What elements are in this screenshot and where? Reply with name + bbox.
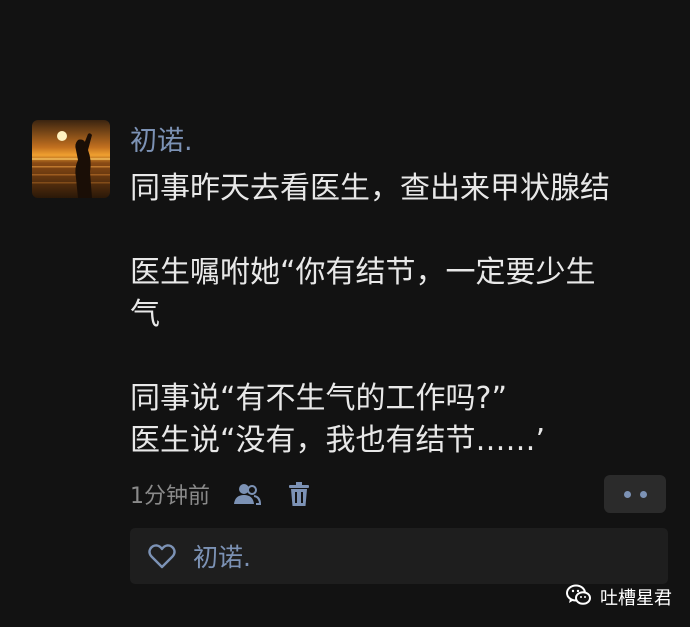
content-blank-line xyxy=(130,336,670,378)
nickname[interactable]: 初诺. xyxy=(130,124,193,160)
avatar[interactable] xyxy=(32,120,110,198)
more-button[interactable] xyxy=(604,475,666,513)
more-dots-icon xyxy=(639,490,647,498)
content-line: 医生说“没有，我也有结节……’ xyxy=(130,423,546,458)
post-meta: 1分钟前 xyxy=(130,476,314,512)
likes-panel: 初诺. xyxy=(130,528,668,584)
watermark-text: 吐槽星君 xyxy=(600,588,672,609)
heart-icon xyxy=(147,541,177,571)
watermark: 吐槽星君 xyxy=(566,582,672,612)
more-dots-icon xyxy=(623,490,631,498)
timestamp: 1分钟前 xyxy=(130,484,210,509)
moments-post: 初诺. 同事昨天去看医生，查出来甲状腺结 医生嘱咐她“你有结节，一定要少生 气 … xyxy=(0,0,690,627)
content-line: 同事昨天去看医生，查出来甲状腺结 xyxy=(130,171,610,206)
sunset-silhouette-icon xyxy=(32,120,110,198)
content-line: 医生嘱咐她“你有结节，一定要少生 xyxy=(130,255,596,290)
trash-icon[interactable] xyxy=(284,479,314,509)
post-content: 同事昨天去看医生，查出来甲状腺结 医生嘱咐她“你有结节，一定要少生 气 同事说“… xyxy=(130,168,670,462)
content-line: 气 xyxy=(130,297,160,332)
content-line: 同事说“有不生气的工作吗?” xyxy=(130,381,508,416)
liker-name[interactable]: 初诺. xyxy=(193,538,251,574)
people-icon[interactable] xyxy=(232,479,262,509)
content-blank-line xyxy=(130,210,670,252)
wechat-official-account-icon xyxy=(566,583,592,611)
